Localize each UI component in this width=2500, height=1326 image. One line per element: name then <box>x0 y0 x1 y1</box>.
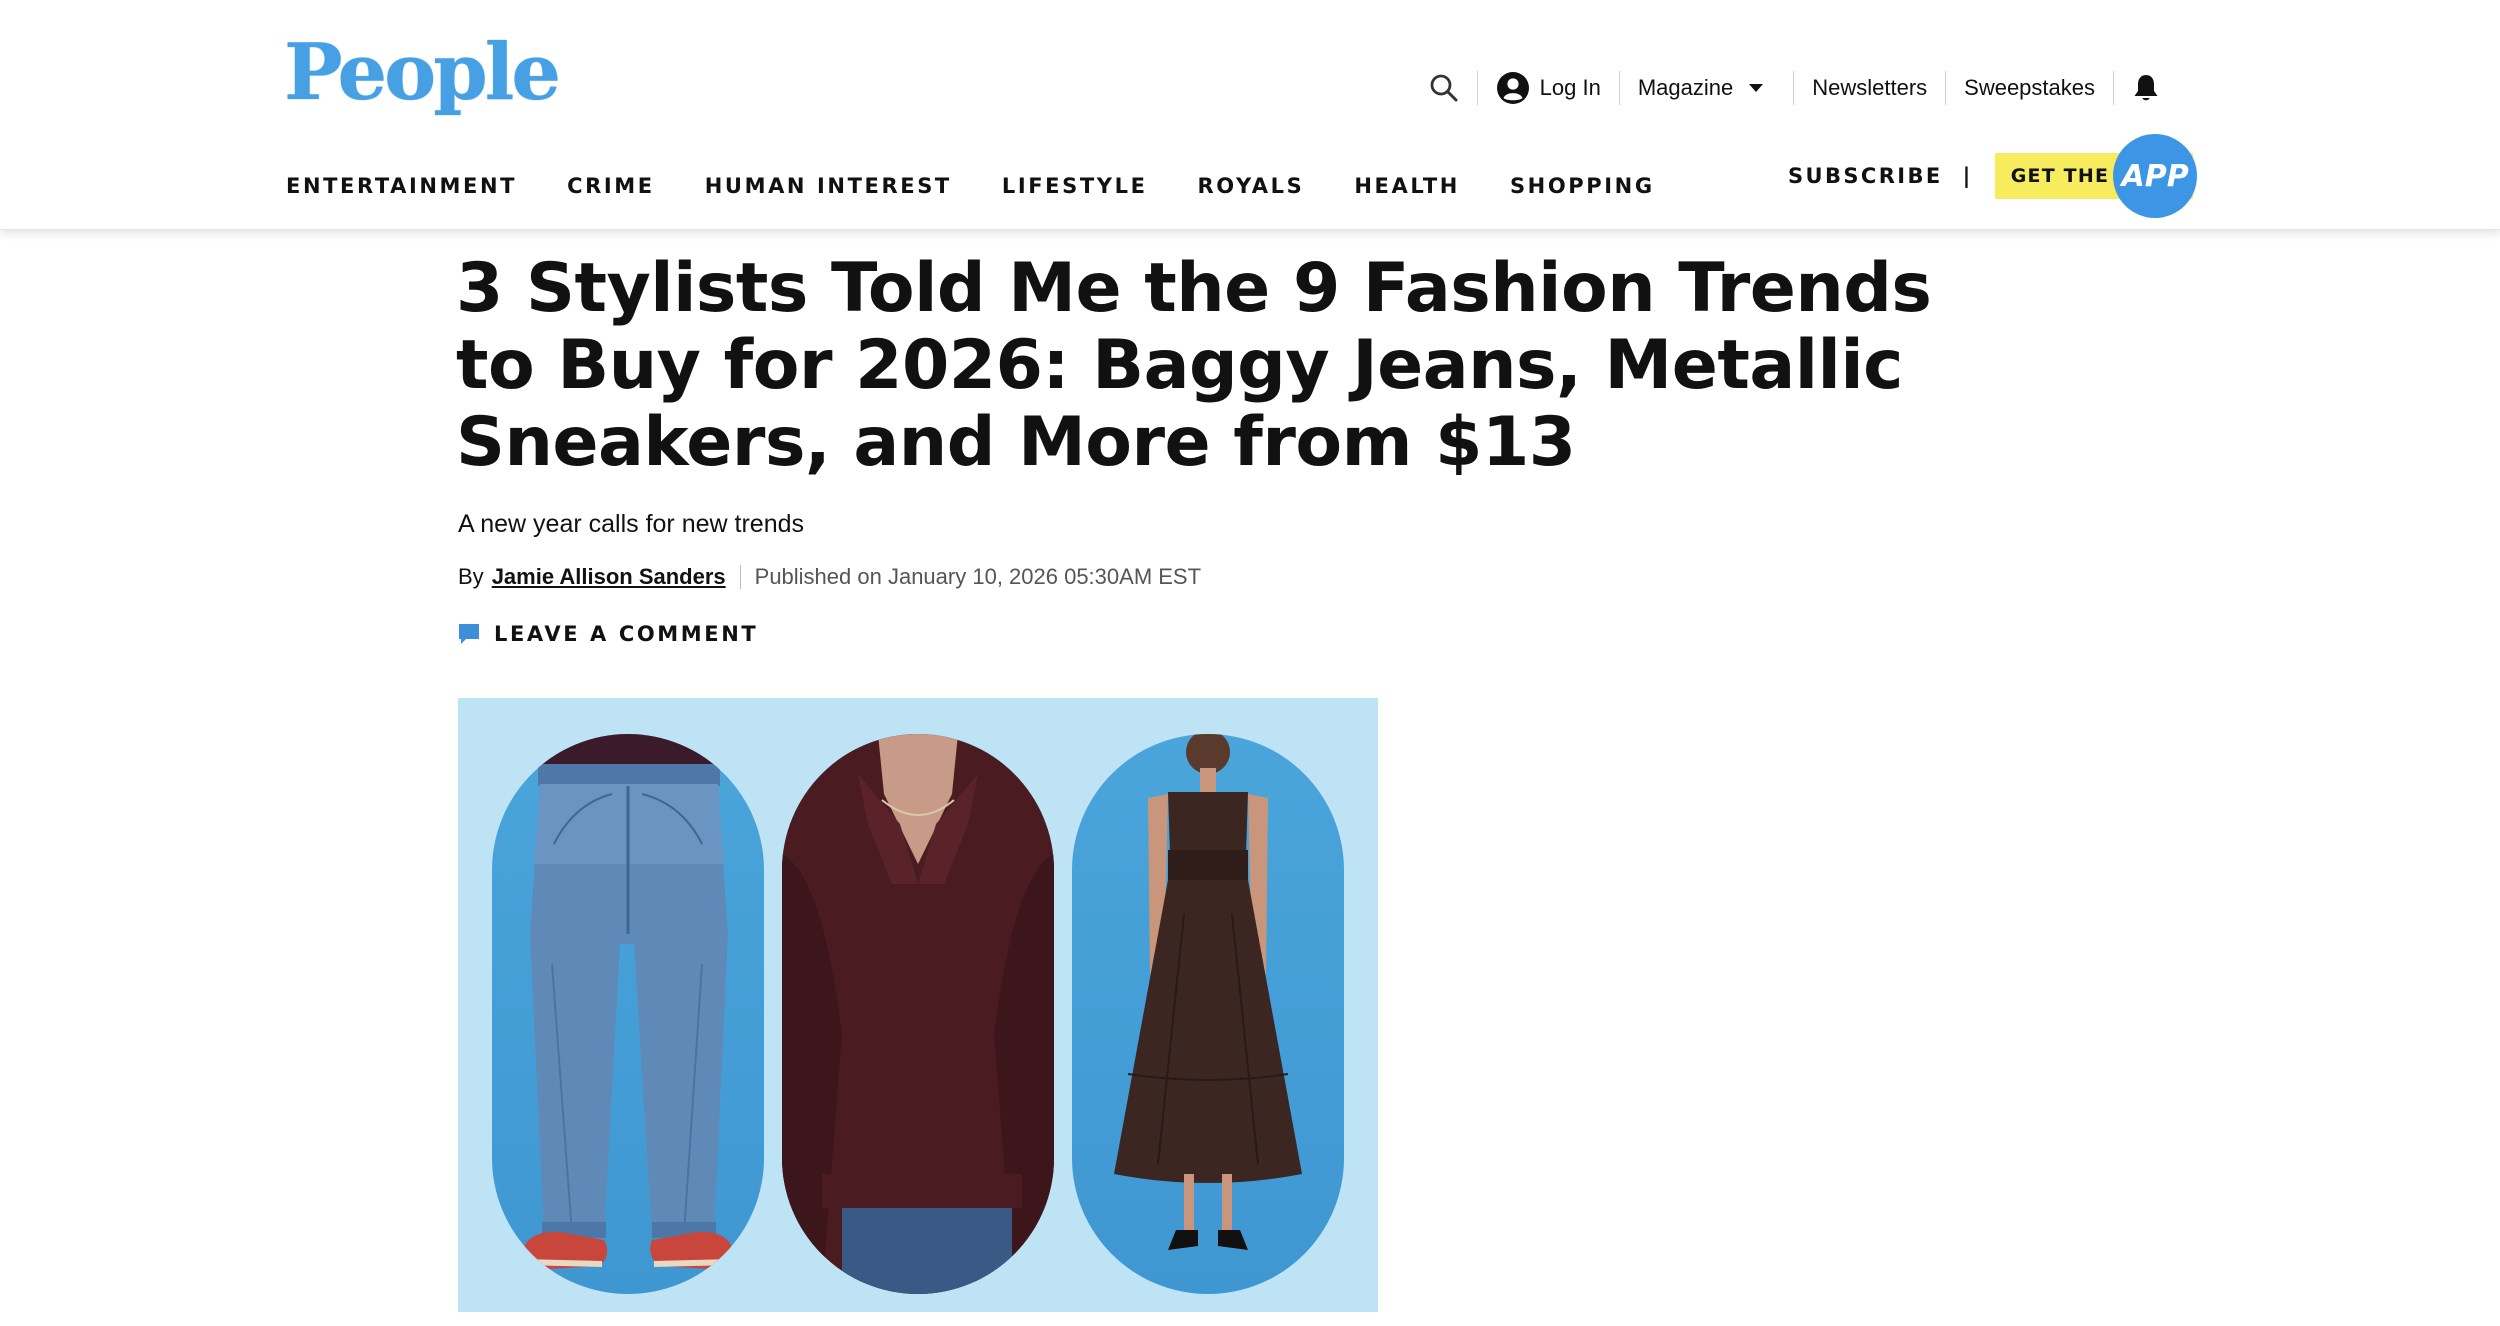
utility-bar: Log In Magazine Newsletters Sweepstakes <box>1429 62 2160 114</box>
nav-item-human-interest[interactable]: HUMAN INTEREST <box>705 166 952 206</box>
divider <box>739 565 741 589</box>
login-button[interactable]: Log In <box>1496 71 1601 105</box>
search-button[interactable] <box>1429 73 1459 103</box>
magazine-dropdown[interactable]: Magazine <box>1637 75 1764 101</box>
author-link[interactable]: Jamie Allison Sanders <box>492 564 726 590</box>
jeans-product-image <box>492 734 764 1294</box>
leave-comment-button[interactable]: LEAVE A COMMENT <box>458 618 758 650</box>
publish-date: Published on January 10, 2026 05:30AM ES… <box>754 564 1202 589</box>
by-prefix: By <box>458 564 484 589</box>
leave-comment-label: LEAVE A COMMENT <box>494 622 759 646</box>
main-nav: ENTERTAINMENT CRIME HUMAN INTEREST LIFES… <box>286 166 1655 206</box>
subscribe-link[interactable]: SUBSCRIBE <box>1788 164 1943 188</box>
nav-item-health[interactable]: HEALTH <box>1354 166 1460 206</box>
divider <box>1793 71 1795 105</box>
sweater-illustration <box>782 734 1054 1294</box>
sweater-product-image <box>782 734 1054 1294</box>
nav-item-royals[interactable]: ROYALS <box>1198 166 1305 206</box>
hero-image <box>458 698 1378 1312</box>
user-circle-icon <box>1496 72 1529 104</box>
nav-item-shopping[interactable]: SHOPPING <box>1510 166 1655 206</box>
subscribe-area: SUBSCRIBE | GET THE APP <box>1788 134 2198 218</box>
article-headline: 3 Stylists Told Me the 9 Fashion Trends … <box>456 249 1932 482</box>
nav-item-crime[interactable]: CRIME <box>567 166 655 206</box>
byline: By Jamie Allison Sanders Published on Ja… <box>458 560 1201 594</box>
site-header: People Log In Magazine Newsletters Sweep… <box>0 0 2500 230</box>
search-icon <box>1430 74 1458 102</box>
comment-icon <box>459 624 479 644</box>
newsletters-link[interactable]: Newsletters <box>1812 75 1927 101</box>
jeans-illustration <box>521 734 735 1270</box>
notifications-button[interactable] <box>2132 73 2160 103</box>
divider <box>1945 71 1947 105</box>
sweepstakes-link[interactable]: Sweepstakes <box>1964 75 2095 101</box>
divider <box>2113 71 2114 105</box>
nav-item-lifestyle[interactable]: LIFESTYLE <box>1002 166 1148 206</box>
dress-product-image <box>1072 734 1344 1294</box>
divider <box>1476 71 1478 105</box>
login-label: Log In <box>1539 75 1601 100</box>
bell-icon <box>2134 75 2158 101</box>
chevron-down-icon <box>1749 84 1764 92</box>
app-badge: APP <box>2113 134 2198 218</box>
magazine-label: Magazine <box>1637 75 1734 100</box>
people-logo[interactable]: People <box>284 34 561 112</box>
dress-illustration <box>1114 734 1302 1250</box>
nav-item-entertainment[interactable]: ENTERTAINMENT <box>286 166 517 206</box>
article-dek: A new year calls for new trends <box>458 510 804 538</box>
get-the-app-button[interactable]: GET THE APP <box>1994 134 2198 218</box>
subscribe-separator: | <box>1962 164 1973 188</box>
divider <box>1618 71 1620 105</box>
